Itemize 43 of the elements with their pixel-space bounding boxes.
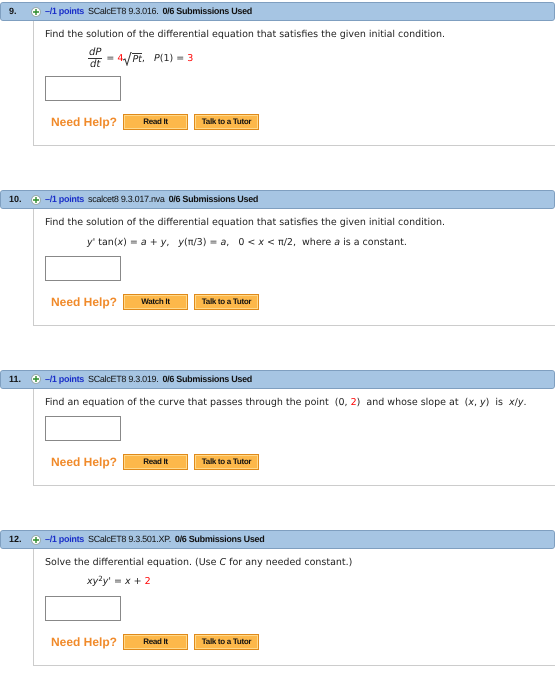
help-button[interactable]: Watch It	[123, 294, 188, 310]
equation: y' tan(x) = a + y, y(π/3) = a, 0 < x < π/2, where a is a constant.	[87, 236, 408, 250]
expand-icon[interactable]	[31, 194, 41, 205]
submissions-count: 0/6 Submissions Used	[174, 532, 264, 546]
question-prompt: Find the solution of the differential equation that satisfies the given initial condition.	[45, 28, 446, 42]
points-link[interactable]: –/1 points	[45, 372, 84, 386]
assignment-code: SCalcET8 9.3.019.	[88, 372, 158, 386]
need-help-label: Need Help?	[51, 114, 118, 132]
points-link[interactable]: –/1 points	[45, 193, 84, 206]
help-button[interactable]: Talk to a Tutor	[194, 114, 260, 130]
expand-icon[interactable]	[31, 534, 41, 544]
question-number: 9.	[8, 4, 18, 18]
help-button[interactable]: Talk to a Tutor	[194, 454, 260, 470]
question-prompt: Find the solution of the differential equation that satisfies the given initial condition.	[45, 216, 446, 230]
expand-icon[interactable]	[31, 6, 41, 16]
question-number: 11.	[8, 372, 22, 386]
radical-icon	[123, 52, 132, 66]
answer-field[interactable]	[45, 596, 121, 620]
answer-field[interactable]	[45, 76, 121, 102]
answer-field[interactable]	[45, 256, 121, 281]
points-link[interactable]: –/1 points	[45, 532, 84, 546]
answer-field[interactable]	[45, 416, 121, 441]
points-link[interactable]: –/1 points	[45, 4, 84, 18]
submissions-count: 0/6 Submissions Used	[162, 372, 252, 386]
question-prompt: Find an equation of the curve that passes through the point (0, 2) and whose slope at (x, y) is x/y.	[45, 396, 528, 410]
need-help-label: Need Help?	[51, 454, 118, 471]
question-number: 10.	[8, 193, 23, 206]
question-number: 12.	[8, 532, 23, 546]
help-button[interactable]: Read It	[123, 454, 188, 470]
assignment-code: SCalcET8 9.3.501.XP.	[88, 532, 171, 546]
submissions-count: 0/6 Submissions Used	[162, 4, 252, 18]
help-button[interactable]: Talk to a Tutor	[194, 634, 260, 650]
help-button[interactable]: Read It	[123, 634, 188, 650]
help-button[interactable]: Talk to a Tutor	[194, 294, 260, 310]
help-button[interactable]: Read It	[123, 114, 188, 130]
question-prompt: Solve the differential equation. (Use C for any needed constant.)	[45, 556, 354, 570]
equation: xy$^{2}$y' = x + 2	[87, 575, 152, 590]
need-help-label: Need Help?	[51, 294, 118, 311]
assignment-code: scalcet8 9.3.017.nva	[88, 193, 165, 206]
need-help-label: Need Help?	[51, 634, 118, 650]
assignment-code: SCalcET8 9.3.016.	[88, 4, 158, 18]
expand-icon[interactable]	[31, 374, 41, 384]
submissions-count: 0/6 Submissions Used	[168, 193, 258, 206]
